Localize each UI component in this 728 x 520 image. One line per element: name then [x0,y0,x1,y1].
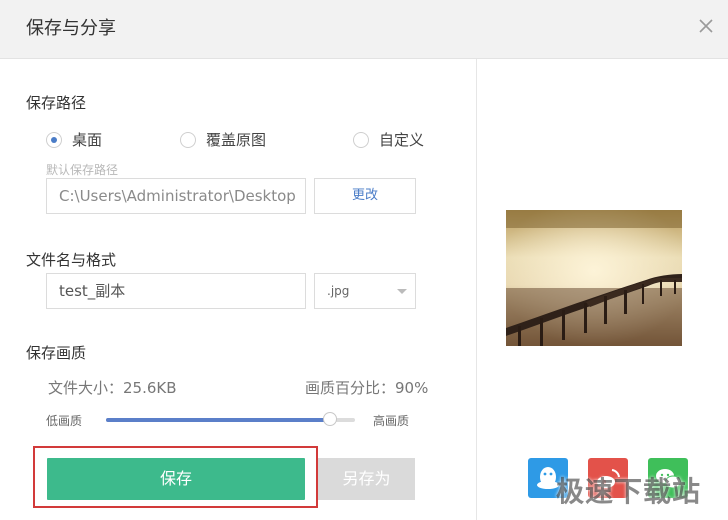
change-path-button[interactable]: 更改 [314,178,416,214]
save-button[interactable]: 保存 [47,458,305,500]
chevron-down-icon [397,289,407,294]
high-quality-label: 高画质 [373,414,410,428]
dialog-title: 保存与分享 [26,18,116,39]
save-as-button[interactable]: 另存为 [318,458,415,500]
format-select[interactable]: .jpg [314,273,416,309]
low-quality-label: 低画质 [46,414,83,428]
save-path-field[interactable]: C:\Users\Administrator\Desktop [46,178,306,214]
quality-slider[interactable] [106,412,355,426]
panel-divider [476,59,477,520]
radio-desktop-label: 桌面 [72,131,103,149]
save-path-options: 桌面 覆盖原图 自定义 [46,129,446,151]
image-preview [506,210,682,346]
quality-label: 保存画质 [26,344,87,362]
format-select-value: .jpg [327,284,350,298]
radio-overwrite[interactable]: 覆盖原图 [180,129,266,150]
quality-slider-fill [106,418,331,422]
radio-desktop[interactable]: 桌面 [46,129,102,150]
title-bar: 保存与分享 [0,0,728,59]
quality-percent-text: 画质百分比：90% [305,379,429,397]
file-name-input[interactable]: test_副本 [46,273,306,309]
file-name-format-label: 文件名与格式 [26,251,117,269]
quality-slider-thumb[interactable] [323,412,338,426]
watermark-text: 极速下载站 [556,475,702,508]
radio-overwrite-label: 覆盖原图 [206,131,267,149]
radio-custom-label: 自定义 [379,131,425,149]
radio-unchecked-icon [353,131,369,148]
save-path-label: 保存路径 [26,94,87,112]
radio-unchecked-icon [180,131,196,148]
radio-custom[interactable]: 自定义 [353,129,424,150]
default-path-hint: 默认保存路径 [46,163,119,177]
radio-checked-icon [46,131,62,148]
file-size-text: 文件大小：25.6KB [48,379,177,397]
close-icon[interactable] [696,16,716,36]
